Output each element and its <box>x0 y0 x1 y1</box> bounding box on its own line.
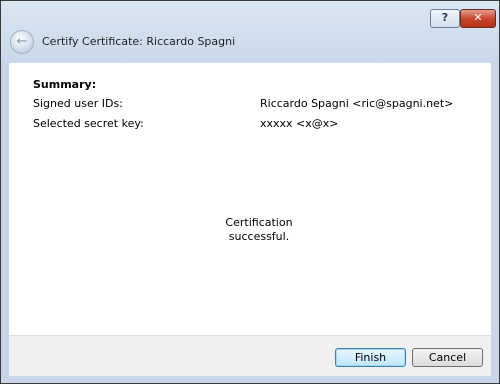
signed-user-ids-label: Signed user IDs: <box>33 97 123 110</box>
status-line-1: Certification <box>225 216 293 229</box>
wizard-content: Summary: Signed user IDs: Riccardo Spagn… <box>9 63 491 335</box>
status-message: Certification successful. <box>199 216 319 244</box>
status-line-2: successful. <box>228 230 290 243</box>
back-arrow-icon[interactable]: ← <box>10 30 34 54</box>
selected-secret-key-label: Selected secret key: <box>33 117 144 130</box>
window-title: Certify Certificate: Riccardo Spagni <box>42 35 236 48</box>
help-button[interactable]: ? <box>430 9 460 28</box>
finish-button[interactable]: Finish <box>335 348 406 367</box>
cancel-button[interactable]: Cancel <box>412 348 483 367</box>
dialog-window: ? ✕ ← Certify Certificate: Riccardo Spag… <box>0 0 500 384</box>
summary-heading: Summary: <box>33 78 97 91</box>
close-button[interactable]: ✕ <box>460 9 496 28</box>
title-bar: ? ✕ ← Certify Certificate: Riccardo Spag… <box>1 1 499 63</box>
signed-user-ids-value: Riccardo Spagni <ric@spagni.net> <box>260 97 454 110</box>
selected-secret-key-value: xxxxx <x@x> <box>260 117 339 130</box>
button-bar: Finish Cancel <box>9 335 491 376</box>
